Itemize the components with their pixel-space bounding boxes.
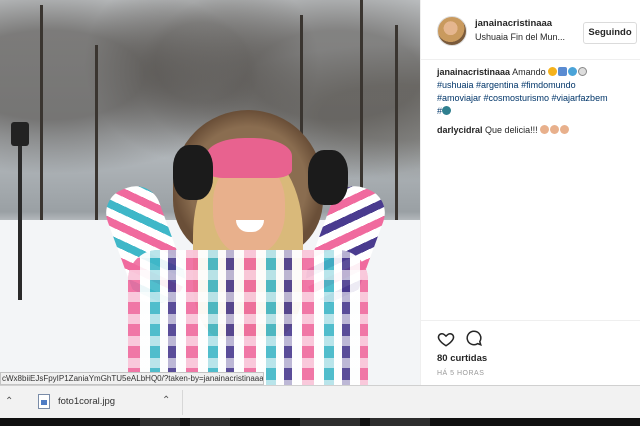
photo-jacket-pattern <box>128 250 368 385</box>
taskbar-item[interactable] <box>190 418 230 426</box>
avatar[interactable] <box>437 16 467 46</box>
download-bar: ⌃ foto1coral.jpg ⌃ <box>0 385 640 418</box>
photo-person <box>99 110 392 385</box>
photo-right-glove <box>308 150 348 205</box>
comment-username[interactable]: darlycidral <box>437 125 483 135</box>
comment-text: Que delicia!!! <box>485 125 538 135</box>
file-icon <box>38 394 50 409</box>
photo-headband <box>206 138 292 178</box>
photo-tree-trunk <box>95 45 98 245</box>
taskbar <box>0 418 640 426</box>
status-url-tooltip: cWx8biiEJsFpyIP1ZaniaYmGhTU5eALbHQ0/?tak… <box>0 372 264 385</box>
photo-lamp-post <box>18 125 22 300</box>
location-link[interactable]: Ushuaia Fin del Mun... <box>475 32 600 42</box>
post-photo[interactable] <box>0 0 420 385</box>
heart-icon[interactable] <box>437 330 455 348</box>
clap-emoji-icon <box>560 125 570 134</box>
photo-tree-trunk <box>40 5 43 245</box>
comment-icon[interactable] <box>465 329 483 347</box>
comments-section: janainacristinaaa Amando #ushuaia #argen… <box>437 66 637 137</box>
username-link[interactable]: janainacristinaaa <box>475 18 552 29</box>
download-item[interactable]: foto1coral.jpg ⌃ <box>28 390 183 415</box>
photo-lamp-head <box>11 122 29 146</box>
snowflake-emoji-icon <box>442 106 452 115</box>
heart-eyes-emoji-icon <box>548 67 558 76</box>
clap-emoji-icon <box>550 125 560 134</box>
hashtags[interactable]: #ushuaia #argentina #fimdomundo <box>437 80 576 90</box>
photo-tree-trunk <box>395 25 398 245</box>
post-modal: janainacristinaaa Ushuaia Fin del Mun...… <box>0 0 640 385</box>
taskbar-item[interactable] <box>300 418 360 426</box>
hashtags[interactable]: #amoviajar #cosmosturismo #viajarfazbem <box>437 93 608 103</box>
following-button[interactable]: Seguindo <box>583 22 637 44</box>
chevron-up-icon[interactable]: ⌃ <box>5 396 13 407</box>
photo-left-glove <box>173 145 213 200</box>
comment: darlycidral Que delicia!!! <box>437 124 637 137</box>
post-header: janainacristinaaa Ushuaia Fin del Mun...… <box>421 0 640 60</box>
clap-emoji-icon <box>540 125 550 134</box>
caption: janainacristinaaa Amando #ushuaia #argen… <box>437 66 637 118</box>
taskbar-item[interactable] <box>140 418 180 426</box>
caption-username[interactable]: janainacristinaaa <box>437 67 510 77</box>
taskbar-item[interactable] <box>370 418 430 426</box>
post-actions: 80 curtidas HÁ 5 HORAS <box>421 320 640 385</box>
likes-count[interactable]: 80 curtidas <box>437 353 487 364</box>
chevron-up-icon[interactable]: ⌃ <box>162 395 170 406</box>
post-sidebar: janainacristinaaa Ushuaia Fin del Mun...… <box>420 0 640 385</box>
snowman-emoji-icon <box>558 67 568 76</box>
post-timestamp[interactable]: HÁ 5 HORAS <box>437 370 484 377</box>
download-filename: foto1coral.jpg <box>58 396 116 407</box>
snowman-face-emoji-icon <box>578 67 588 76</box>
snowflake-emoji-icon <box>568 67 578 76</box>
caption-text: Amando <box>512 67 546 77</box>
